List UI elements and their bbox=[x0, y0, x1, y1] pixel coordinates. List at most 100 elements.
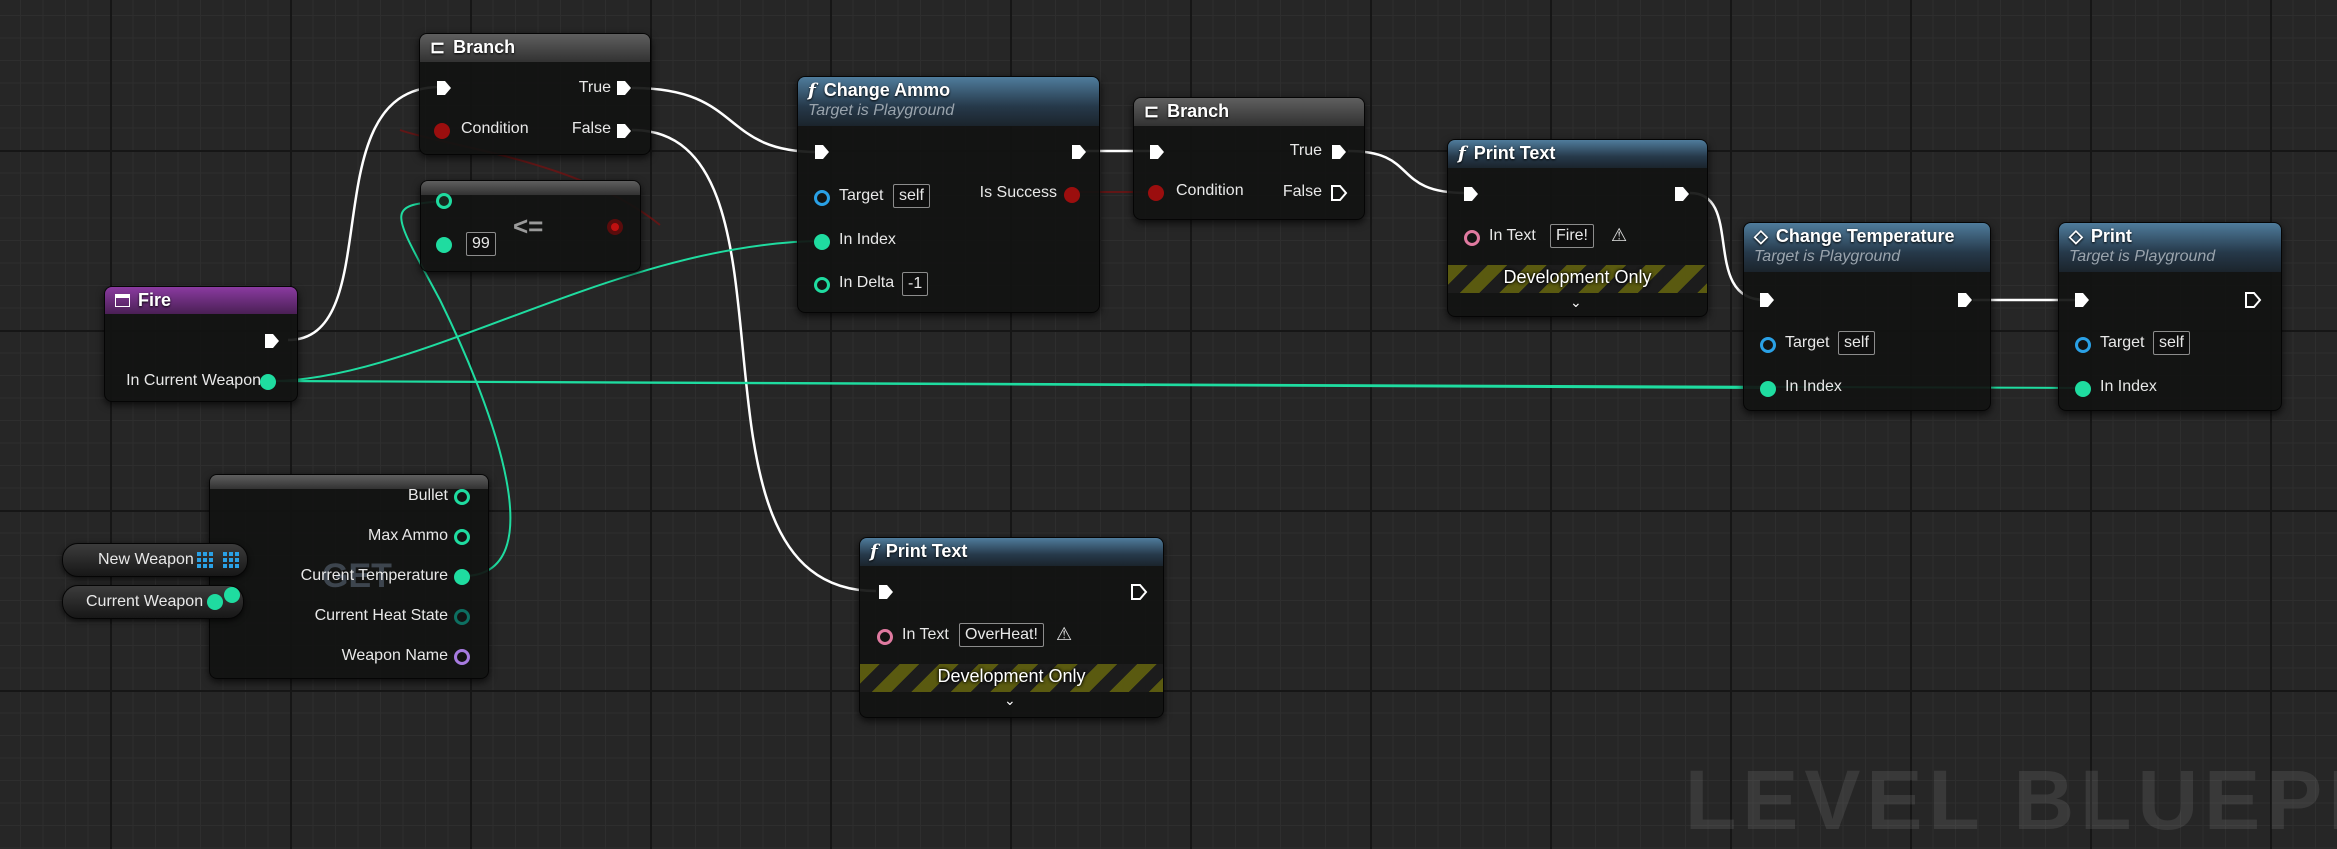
blueprint-editor: { "graph": { "watermark": "LEVEL BLUEPRI… bbox=[0, 0, 2337, 847]
change-ammo-target-pin[interactable] bbox=[814, 190, 830, 206]
change-ammo-delta-value[interactable]: -1 bbox=[902, 272, 929, 296]
change-temp-target-value[interactable]: self bbox=[1838, 331, 1875, 355]
branch1-false-pin[interactable] bbox=[615, 122, 633, 140]
branch2-exec-in-pin[interactable] bbox=[1148, 143, 1166, 161]
warning-icon: ⚠ bbox=[1056, 624, 1073, 644]
print-fire-in-text-label: In Text bbox=[1489, 227, 1536, 244]
print-fire-exec-in-pin[interactable] bbox=[1462, 185, 1480, 203]
print-exec-in-pin[interactable] bbox=[2073, 291, 2091, 309]
function-icon: f bbox=[1458, 143, 1466, 164]
fire-in-current-weapon-label: In Current Weapon bbox=[126, 372, 261, 389]
compare-operator: <= bbox=[513, 211, 544, 241]
print-node[interactable]: ◇ Print Target is Playground Target self … bbox=[2058, 222, 2282, 411]
fire-event-node[interactable]: Fire In Current Weapon bbox=[104, 286, 298, 402]
field-pin-max-ammo[interactable] bbox=[454, 529, 470, 545]
print-fire-in-text-pin[interactable] bbox=[1464, 230, 1480, 246]
branch1-true-pin[interactable] bbox=[615, 79, 633, 97]
branch-node-2[interactable]: ⊏ Branch Condition True False bbox=[1133, 97, 1365, 220]
print-overheat-exec-in-pin[interactable] bbox=[877, 583, 895, 601]
change-temperature-node[interactable]: ◇ Change Temperature Target is Playground… bbox=[1743, 222, 1991, 411]
print-overheat-text-value[interactable]: OverHeat! bbox=[959, 623, 1044, 647]
change-temp-exec-out-pin[interactable] bbox=[1956, 291, 1974, 309]
print-fire-exec-out-pin[interactable] bbox=[1673, 185, 1691, 203]
print-header: ◇ Print Target is Playground bbox=[2059, 223, 2281, 272]
branch1-exec-in-pin[interactable] bbox=[435, 79, 453, 97]
print-fire-title: Print Text bbox=[1473, 143, 1556, 163]
field-pin-current-temperature[interactable] bbox=[454, 569, 470, 585]
change-ammo-target-label: Target bbox=[839, 187, 884, 204]
compare-header bbox=[421, 181, 640, 195]
change-ammo-in-delta-pin[interactable] bbox=[814, 277, 830, 293]
change-temp-title: Change Temperature bbox=[1775, 226, 1955, 246]
change-ammo-in-index-pin[interactable] bbox=[814, 234, 830, 250]
expand-chevron-icon[interactable]: ⌄ bbox=[1004, 692, 1016, 709]
print-subtitle: Target is Playground bbox=[2069, 248, 2216, 265]
fire-event-title: Fire bbox=[138, 290, 172, 310]
branch-icon: ⊏ bbox=[1144, 101, 1160, 121]
print-in-index-pin[interactable] bbox=[2075, 381, 2091, 397]
branch2-condition-pin[interactable] bbox=[1148, 185, 1164, 201]
print-overheat-exec-out-pin[interactable] bbox=[1130, 583, 1148, 601]
change-ammo-title: Change Ammo bbox=[823, 80, 951, 100]
fire-exec-out-pin[interactable] bbox=[263, 332, 281, 350]
branch2-title: Branch bbox=[1167, 101, 1230, 121]
current-weapon-out-pin[interactable] bbox=[207, 594, 223, 610]
current-weapon-label: Current Weapon bbox=[86, 593, 204, 610]
exec-wire-branch-true-to-change-ammo bbox=[631, 86, 819, 154]
change-ammo-subtitle: Target is Playground bbox=[808, 102, 955, 119]
print-target-pin[interactable] bbox=[2075, 337, 2091, 353]
expand-chevron-icon[interactable]: ⌄ bbox=[1570, 294, 1582, 311]
field-label-weapon-name: Weapon Name bbox=[341, 647, 448, 664]
print-text-fire-node[interactable]: f Print Text In Text Fire! ⚠ Development … bbox=[1447, 139, 1708, 317]
change-ammo-exec-in-pin[interactable] bbox=[813, 143, 831, 161]
change-ammo-target-value[interactable]: self bbox=[893, 184, 930, 208]
branch1-condition-label: Condition bbox=[461, 120, 529, 137]
field-label-current-temperature: Current Temperature bbox=[300, 567, 448, 584]
print-fire-dev-only-label: Development Only bbox=[1503, 267, 1652, 287]
field-label-max-ammo: Max Ammo bbox=[367, 527, 448, 544]
print-target-label: Target bbox=[2100, 334, 2145, 351]
compare-node[interactable]: 99 <= bbox=[420, 180, 641, 272]
branch-icon: ⊏ bbox=[430, 37, 446, 57]
print-fire-dev-only-bar: Development Only bbox=[1448, 265, 1707, 293]
print-overheat-in-text-pin[interactable] bbox=[877, 629, 893, 645]
branch2-condition-label: Condition bbox=[1176, 182, 1244, 199]
branch2-true-pin[interactable] bbox=[1330, 143, 1348, 161]
print-text-overheat-node[interactable]: f Print Text In Text OverHeat! ⚠ Developm… bbox=[859, 537, 1164, 718]
field-pin-bullet[interactable] bbox=[454, 489, 470, 505]
event-icon bbox=[115, 294, 130, 307]
branch-node-1[interactable]: ⊏ Branch Condition True False bbox=[419, 33, 651, 155]
level-blueprint-watermark: LEVEL BLUEPRINT bbox=[1685, 753, 2337, 847]
compare-out-pin[interactable] bbox=[607, 219, 623, 235]
change-temp-in-index-pin[interactable] bbox=[1760, 381, 1776, 397]
compare-b-pin[interactable] bbox=[436, 237, 452, 253]
change-ammo-node[interactable]: f Change Ammo Target is Playground Target… bbox=[797, 76, 1100, 313]
print-fire-text-value[interactable]: Fire! bbox=[1550, 224, 1594, 248]
change-temp-exec-in-pin[interactable] bbox=[1758, 291, 1776, 309]
print-title: Print bbox=[2090, 226, 2132, 246]
print-target-value[interactable]: self bbox=[2153, 331, 2190, 355]
change-temp-header: ◇ Change Temperature Target is Playground bbox=[1744, 223, 1990, 272]
break-weapon-struct-node[interactable]: GET Bullet Max Ammo Current Temperature … bbox=[209, 474, 489, 679]
change-ammo-is-success-pin[interactable] bbox=[1064, 187, 1080, 203]
branch1-header: ⊏ Branch bbox=[420, 34, 650, 62]
branch1-title: Branch bbox=[453, 37, 516, 57]
change-temp-target-pin[interactable] bbox=[1760, 337, 1776, 353]
branch1-condition-pin[interactable] bbox=[434, 123, 450, 139]
compare-b-value[interactable]: 99 bbox=[466, 232, 496, 256]
field-label-bullet: Bullet bbox=[407, 487, 448, 504]
new-weapon-variable-node[interactable]: New Weapon bbox=[62, 543, 248, 577]
fire-in-current-weapon-pin[interactable] bbox=[260, 374, 276, 390]
compare-a-pin[interactable] bbox=[436, 193, 452, 209]
current-weapon-variable-node[interactable]: Current Weapon bbox=[62, 585, 244, 619]
current-weapon-struct-pin[interactable] bbox=[224, 587, 240, 603]
field-pin-weapon-name[interactable] bbox=[454, 649, 470, 665]
print-overheat-dev-only-bar: Development Only bbox=[860, 664, 1163, 692]
change-ammo-exec-out-pin[interactable] bbox=[1070, 143, 1088, 161]
branch2-false-pin[interactable] bbox=[1330, 184, 1348, 202]
change-ammo-in-delta-label: In Delta bbox=[839, 274, 895, 291]
field-pin-current-heat-state[interactable] bbox=[454, 609, 470, 625]
print-exec-out-pin[interactable] bbox=[2244, 291, 2262, 309]
function-icon: f bbox=[808, 80, 816, 101]
change-ammo-in-index-label: In Index bbox=[839, 231, 896, 248]
